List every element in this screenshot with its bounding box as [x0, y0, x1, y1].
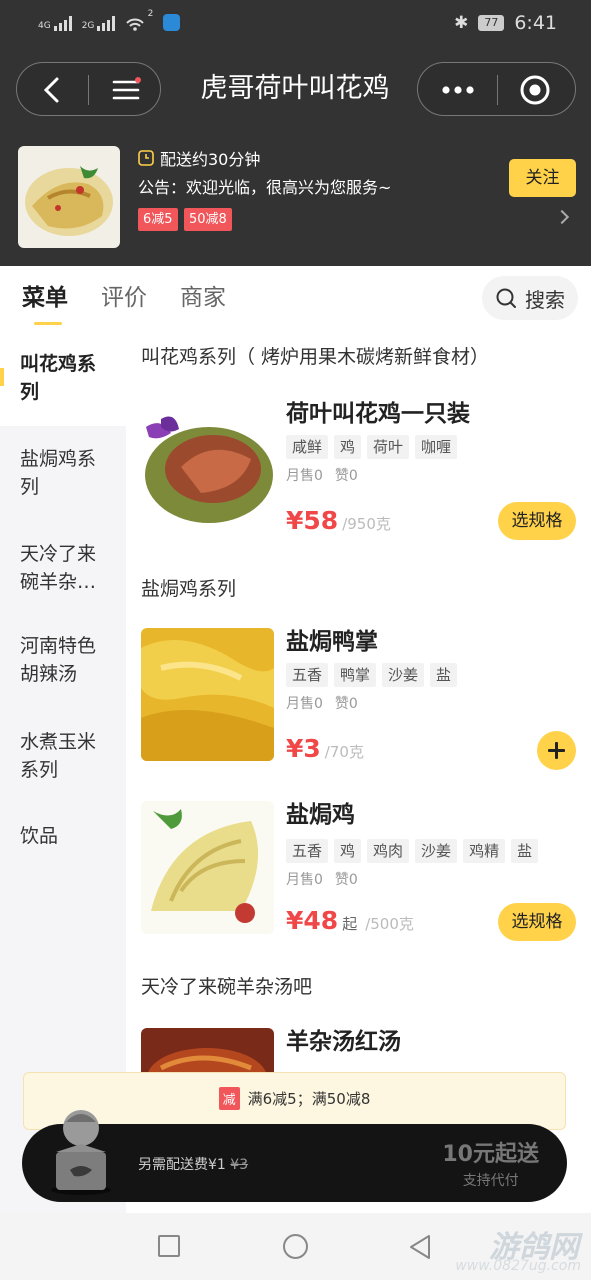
sidebar-item-jiaohuaji[interactable]: 叫花鸡系 列: [20, 350, 120, 406]
notification-dot: [135, 77, 141, 83]
item-tag: 荷叶: [367, 435, 410, 459]
sidebar-item-yanjuji[interactable]: 盐焗鸡系 列: [20, 445, 120, 501]
discount-badge: 减: [218, 1087, 240, 1110]
page-title: 虎哥荷叶叫花鸡: [200, 73, 390, 104]
item-tag: 咸鲜: [286, 435, 329, 459]
tab-indicator: [34, 322, 62, 325]
triangle-back-icon: [410, 1235, 430, 1259]
more-icon: [442, 86, 474, 94]
clock-icon: [138, 150, 154, 166]
tab-menu[interactable]: 菜单: [22, 282, 68, 314]
cart-icon[interactable]: [44, 1104, 118, 1196]
bluetooth-icon: ✱: [454, 13, 469, 33]
item-tags: 五香 鸭掌 沙姜 盐: [286, 663, 458, 687]
item-tag: 鸡: [334, 839, 362, 863]
item-sales: 月售0 赞0: [286, 468, 358, 484]
app-notification-icon: [163, 14, 181, 31]
item-tag: 盐: [430, 663, 458, 687]
min-order: 10元起送 支持代付: [442, 1142, 539, 1189]
category-indicator: [0, 368, 4, 386]
cart-bar[interactable]: 另需配送费¥1 ¥3 10元起送 支持代付: [22, 1110, 567, 1202]
recent-apps-button[interactable]: [158, 1235, 180, 1257]
target-icon: [520, 75, 550, 105]
item-name: 羊杂汤红汤: [286, 1029, 401, 1055]
select-spec-button[interactable]: 选规格: [498, 903, 576, 941]
section-title: 叫花鸡系列（ 烤炉用果木碳烤新鲜食材）: [141, 346, 490, 368]
capsule-menu: [417, 62, 576, 116]
sidebar-item-yangzatang[interactable]: 天冷了来 碗羊杂…: [20, 540, 120, 596]
item-tag: 盐: [511, 839, 539, 863]
more-button[interactable]: [432, 73, 484, 107]
delivery-fee: 另需配送费¥1 ¥3: [138, 1157, 249, 1173]
search-icon: [496, 288, 516, 308]
clock: 6:41: [514, 12, 557, 34]
signal-2g-icon: 2G: [82, 15, 116, 31]
item-tags: 五香 鸡 鸡肉 沙姜 鸡精 盐: [286, 839, 539, 863]
item-tag: 沙姜: [415, 839, 458, 863]
battery-icon: 77: [478, 15, 505, 31]
item-sales: 月售0 赞0: [286, 872, 358, 888]
follow-button[interactable]: 关注: [509, 159, 576, 197]
item-tag: 咖喱: [415, 435, 458, 459]
wifi-icon: 2: [125, 9, 153, 31]
sidebar-item-hulatang[interactable]: 河南特色 胡辣汤: [20, 632, 120, 688]
item-tag: 五香: [286, 839, 329, 863]
sidebar-item-yumi[interactable]: 水煮玉米 系列: [20, 728, 120, 784]
item-tag: 鸡: [334, 435, 362, 459]
delivery-time: 配送约30分钟: [138, 146, 260, 170]
back-button[interactable]: [35, 73, 69, 107]
section-title: 天冷了来碗羊杂汤吧: [141, 976, 313, 998]
section-title: 盐焗鸡系列: [141, 578, 237, 600]
status-bar: 4G 2G 2 ✱ 77 6:41: [0, 0, 591, 48]
item-tag: 鸭掌: [334, 663, 377, 687]
close-miniprogram-button[interactable]: [518, 73, 552, 107]
home-button[interactable]: [283, 1234, 308, 1259]
item-price: ¥58/950克: [286, 506, 391, 535]
signal-4g-icon: 4G: [38, 15, 72, 31]
tab-reviews[interactable]: 评价: [101, 282, 147, 314]
item-image[interactable]: [141, 397, 274, 530]
pay-for-other: 支持代付: [462, 1173, 519, 1189]
item-sales: 月售0 赞0: [286, 696, 358, 712]
sidebar-item-drinks[interactable]: 饮品: [20, 822, 120, 850]
back-icon: [43, 77, 59, 103]
item-name: 盐焗鸭掌: [286, 629, 378, 655]
select-spec-button[interactable]: 选规格: [498, 502, 576, 540]
nav-left-pill: [16, 62, 161, 116]
item-tag: 鸡肉: [367, 839, 410, 863]
promo-tag: 6减5: [138, 208, 178, 231]
item-tags: 咸鲜 鸡 荷叶 咖喱: [286, 435, 458, 459]
shop-notice: 公告：欢迎光临，很高兴为您服务~: [138, 178, 392, 197]
add-to-cart-button[interactable]: [537, 731, 576, 770]
back-nav-button[interactable]: [407, 1233, 433, 1261]
discount-text: 满6减5；满50减8: [247, 1090, 371, 1108]
menu-button[interactable]: [109, 74, 143, 106]
item-name: 荷叶叫花鸡一只装: [286, 401, 470, 427]
watermark-url: www.0827ug.com: [455, 1258, 581, 1274]
item-name: 盐焗鸡: [286, 802, 355, 828]
promo-tag: 50减8: [184, 208, 232, 231]
item-image[interactable]: [141, 801, 274, 934]
tab-merchant[interactable]: 商家: [180, 282, 226, 314]
item-image[interactable]: [141, 628, 274, 761]
item-price: ¥48 起/500克: [286, 906, 414, 935]
item-tag: 沙姜: [382, 663, 425, 687]
item-tag: 五香: [286, 663, 329, 687]
search-button[interactable]: 搜索: [482, 276, 578, 320]
shop-image: [18, 146, 120, 248]
item-price: ¥3/70克: [286, 734, 364, 763]
item-tag: 鸡精: [463, 839, 506, 863]
